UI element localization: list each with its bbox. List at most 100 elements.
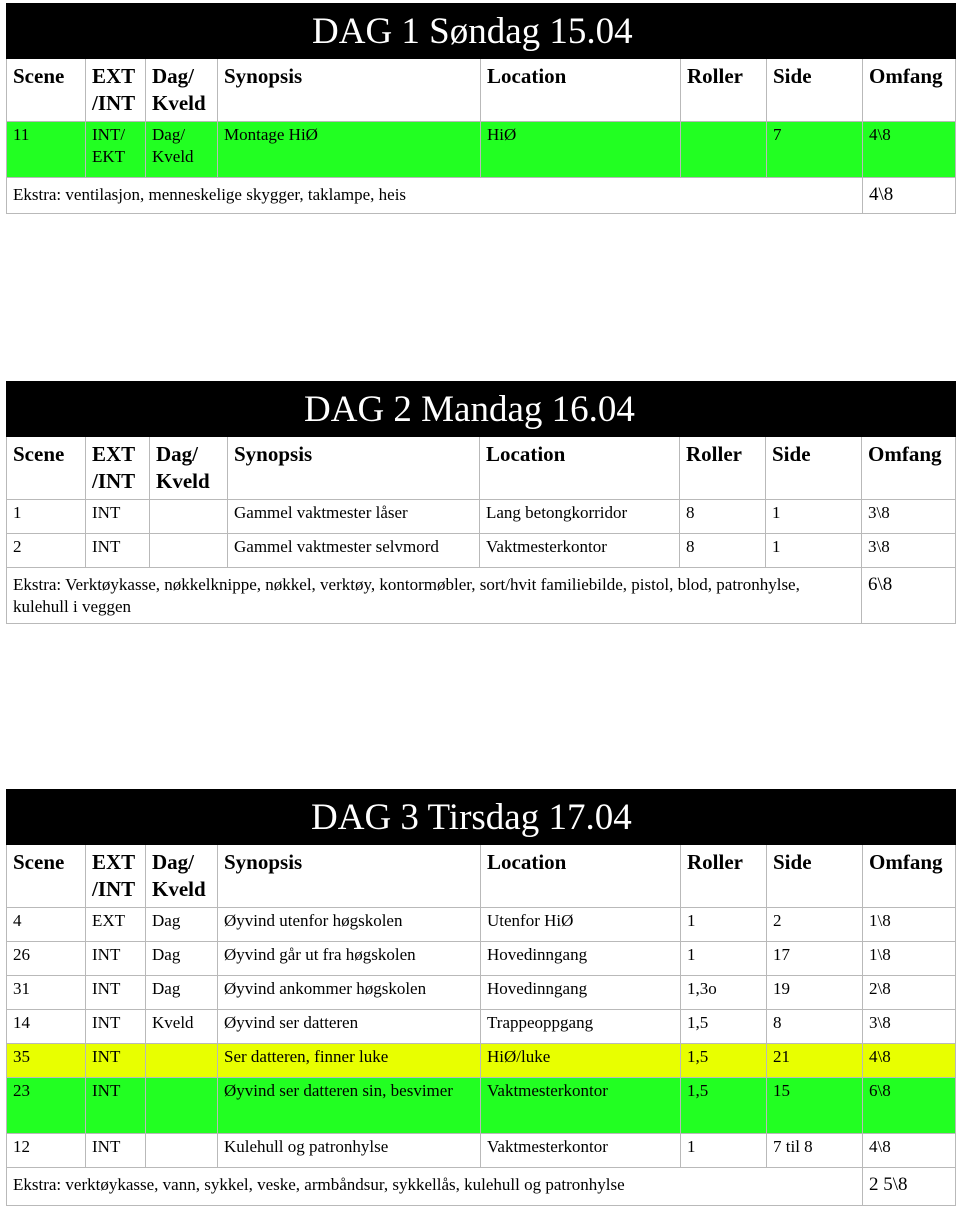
synopsis-cell: Øyvind ankommer høgskolen	[217, 975, 481, 1010]
scene-cell: 31	[6, 975, 86, 1010]
dagkveld-cell	[149, 499, 228, 534]
roller-cell: 1,5	[680, 1043, 767, 1078]
col-header-scene: Scene	[6, 844, 86, 908]
side-cell: 8	[766, 1009, 863, 1044]
side-cell: 21	[766, 1043, 863, 1078]
dagkveld-cell: Dag	[145, 975, 218, 1010]
extint-cell: INT	[85, 975, 146, 1010]
omfang-cell: 1\8	[861, 941, 957, 976]
header-row: Scene EXT /INT Dag/ Kveld Synopsis Locat…	[6, 436, 957, 500]
col-header-synopsis: Synopsis	[217, 58, 481, 122]
extint-cell: EXT	[85, 907, 146, 942]
col-header-location: Location	[480, 844, 681, 908]
extint-cell: INT	[85, 941, 146, 976]
location-cell: Lang betongkorridor	[479, 499, 680, 534]
total-omfang: 4\8	[861, 177, 957, 214]
location-cell: Vaktmesterkontor	[480, 1133, 681, 1168]
side-cell: 1	[765, 499, 862, 534]
roller-cell: 1	[680, 907, 767, 942]
scene-cell: 11	[6, 121, 86, 178]
dagkveld-cell	[145, 1077, 218, 1134]
extint-cell: INT	[85, 1077, 146, 1134]
col-header-scene: Scene	[6, 58, 86, 122]
omfang-cell: 4\8	[861, 1043, 957, 1078]
dagkveld-cell: Kveld	[145, 1009, 218, 1044]
location-cell: Hovedinngang	[480, 975, 681, 1010]
extra-props: Ekstra: Verktøykasse, nøkkelknippe, nøkk…	[6, 567, 862, 624]
side-cell: 1	[765, 533, 862, 568]
col-header-extint: EXT /INT	[85, 436, 150, 500]
scene-cell: 1	[6, 499, 86, 534]
table-row: 4 EXT Dag Øyvind utenfor høgskolen Utenf…	[6, 907, 957, 942]
side-cell: 2	[766, 907, 863, 942]
scene-cell: 35	[6, 1043, 86, 1078]
col-header-omfang: Omfang	[861, 844, 957, 908]
table-row: 35 INT Ser datteren, finner luke HiØ/luk…	[6, 1043, 957, 1078]
col-header-dagkveld: Dag/ Kveld	[149, 436, 228, 500]
side-cell: 7 til 8	[766, 1133, 863, 1168]
extra-row: Ekstra: Verktøykasse, nøkkelknippe, nøkk…	[6, 567, 957, 624]
dagkveld-cell	[145, 1043, 218, 1078]
extra-row: Ekstra: verktøykasse, vann, sykkel, vesk…	[6, 1167, 957, 1206]
col-header-roller: Roller	[680, 844, 767, 908]
day-2-table: DAG 2 Mandag 16.04 Scene EXT /INT Dag/ K…	[5, 381, 957, 624]
dagkveld-cell: Dag	[145, 907, 218, 942]
synopsis-cell: Kulehull og patronhylse	[217, 1133, 481, 1168]
synopsis-cell: Montage HiØ	[217, 121, 481, 178]
scene-cell: 12	[6, 1133, 86, 1168]
day-title: DAG 2 Mandag 16.04	[5, 381, 957, 437]
extint-cell: INT	[85, 499, 150, 534]
location-cell: Hovedinngang	[480, 941, 681, 976]
omfang-cell: 3\8	[860, 533, 957, 568]
location-cell: Vaktmesterkontor	[479, 533, 680, 568]
header-row: Scene EXT /INT Dag/ Kveld Synopsis Locat…	[6, 58, 957, 122]
table-row: 26 INT Dag Øyvind går ut fra høgskolen H…	[6, 941, 957, 976]
roller-cell: 1	[680, 941, 767, 976]
day-title: DAG 3 Tirsdag 17.04	[5, 789, 957, 845]
location-cell: Vaktmesterkontor	[480, 1077, 681, 1134]
omfang-cell: 3\8	[861, 1009, 957, 1044]
col-header-extint: EXT /INT	[85, 844, 146, 908]
side-cell: 7	[766, 121, 863, 178]
day-title: DAG 1 Søndag 15.04	[5, 3, 957, 59]
table-row: 23 INT Øyvind ser datteren sin, besvimer…	[6, 1077, 957, 1134]
synopsis-cell: Øyvind ser datteren sin, besvimer	[217, 1077, 481, 1134]
roller-cell: 8	[679, 533, 766, 568]
extint-cell: INT	[85, 1043, 146, 1078]
side-cell: 19	[766, 975, 863, 1010]
col-header-dagkveld: Dag/ Kveld	[145, 58, 218, 122]
omfang-cell: 3\8	[860, 499, 957, 534]
dagkveld-cell: Dag/ Kveld	[145, 121, 218, 178]
omfang-cell: 6\8	[861, 1077, 957, 1134]
col-header-omfang: Omfang	[860, 436, 957, 500]
synopsis-cell: Ser datteren, finner luke	[217, 1043, 481, 1078]
scene-cell: 23	[6, 1077, 86, 1134]
table-row: 12 INT Kulehull og patronhylse Vaktmeste…	[6, 1133, 957, 1168]
scene-cell: 14	[6, 1009, 86, 1044]
roller-cell: 1,3o	[680, 975, 767, 1010]
location-cell: HiØ	[480, 121, 681, 178]
scene-cell: 2	[6, 533, 86, 568]
synopsis-cell: Øyvind går ut fra høgskolen	[217, 941, 481, 976]
total-omfang: 2 5\8	[861, 1167, 957, 1206]
synopsis-cell: Øyvind ser datteren	[217, 1009, 481, 1044]
table-row: 31 INT Dag Øyvind ankommer høgskolen Hov…	[6, 975, 957, 1010]
col-header-extint: EXT /INT	[85, 58, 146, 122]
col-header-omfang: Omfang	[861, 58, 957, 122]
omfang-cell: 4\8	[861, 1133, 957, 1168]
extra-props: Ekstra: ventilasjon, menneskelige skygge…	[6, 177, 863, 214]
omfang-cell: 1\8	[861, 907, 957, 942]
table-row: 1 INT Gammel vaktmester låser Lang beton…	[6, 499, 957, 534]
col-header-scene: Scene	[6, 436, 86, 500]
dagkveld-cell	[145, 1133, 218, 1168]
col-header-synopsis: Synopsis	[227, 436, 480, 500]
synopsis-cell: Gammel vaktmester selvmord	[227, 533, 480, 568]
day-3-table: DAG 3 Tirsdag 17.04 Scene EXT /INT Dag/ …	[5, 789, 957, 1206]
extra-props: Ekstra: verktøykasse, vann, sykkel, vesk…	[6, 1167, 863, 1206]
location-cell: HiØ/luke	[480, 1043, 681, 1078]
extint-cell: INT/ EKT	[85, 121, 146, 178]
col-header-roller: Roller	[680, 58, 767, 122]
col-header-location: Location	[479, 436, 680, 500]
roller-cell: 1	[680, 1133, 767, 1168]
synopsis-cell: Øyvind utenfor høgskolen	[217, 907, 481, 942]
